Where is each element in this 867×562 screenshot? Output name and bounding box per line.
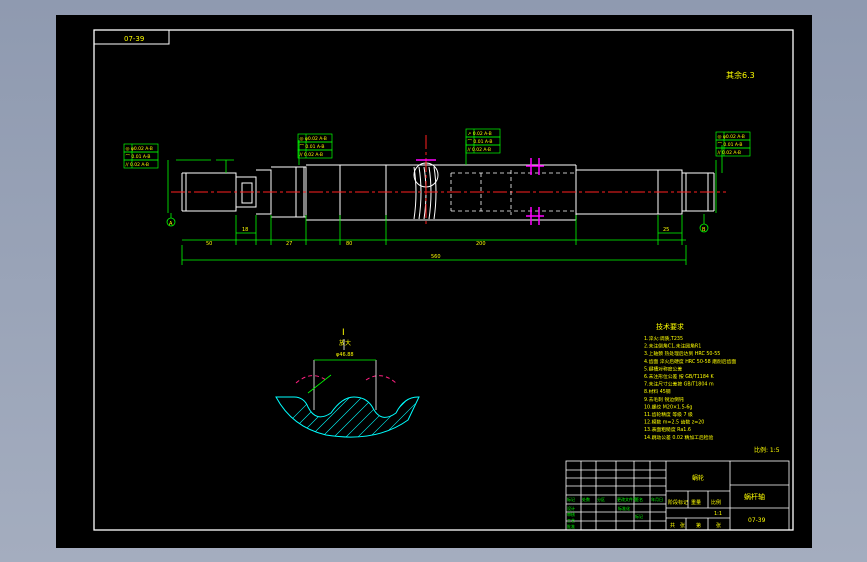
title-row-label: 标记 xyxy=(567,496,575,502)
title-std-label: 标准化 xyxy=(618,505,630,511)
tech-line: 1.淬火:调质,T235 xyxy=(644,335,683,342)
tech-line: 9.去毛刺 锐边倒钝 xyxy=(644,396,684,403)
tech-line: 11.齿轮精度 等级 7 级 xyxy=(644,411,693,418)
tolerance-frame-row: // 0.02 A-B xyxy=(126,162,149,168)
tech-line: 2.未注倒角C1,未注圆角R1 xyxy=(644,343,701,350)
tech-line: 12.模数 m=2.5 齿数 z=20 xyxy=(644,419,704,426)
dim-seg3: 27 xyxy=(286,241,292,247)
section-label: I xyxy=(342,328,345,338)
section-dim: φ46.88 xyxy=(336,352,354,358)
title-role-label: 批准 xyxy=(567,523,575,529)
drawing-canvas[interactable]: 07-39 其余6.3 A B 560 50 18 27 80 200 25 ◎… xyxy=(56,15,812,548)
drawing-svg: 07-39 其余6.3 A B 560 50 18 27 80 200 25 ◎… xyxy=(93,29,794,531)
outer-border xyxy=(93,29,794,531)
tolerance-frame-row: ⌒ 0.01 A-B xyxy=(126,154,151,160)
dim-seg2: 18 xyxy=(242,227,248,233)
dim-seg6: 25 xyxy=(663,227,669,233)
dim-seg4: 80 xyxy=(346,241,352,247)
tolerance-frame-row: ⌒ 0.01 A-B xyxy=(468,139,493,145)
tech-requirements: 1.淬火:调质,T2352.未注倒角C1,未注圆角R13.上轴颈 热处理后达到 … xyxy=(644,335,736,441)
centre-lines xyxy=(171,135,726,225)
title-material-cell: 标记 xyxy=(635,513,643,519)
title-sheet-total: 共 xyxy=(670,522,675,529)
dim-overall: 560 xyxy=(431,254,441,260)
title-stage-label: 阶段标记 xyxy=(668,499,688,506)
title-sheet-no: 第 xyxy=(696,522,701,529)
title-block-labels: 标记 处数 分区 更改文件号签名 年月日设计审核工艺批准标准化标记 xyxy=(567,496,663,529)
title-sheet-label2: 张 xyxy=(716,522,721,529)
title-ratio: 1:1 xyxy=(714,511,722,517)
tech-line: 5.键槽对称度公差 xyxy=(644,365,682,372)
section-label-sub: 放大 xyxy=(339,339,351,347)
tech-line: 14.跳动公差 0.02 精加工后检验 xyxy=(644,434,714,441)
tolerance-frame-row: ⌒ 0.01 A-B xyxy=(300,144,325,150)
title-part-name: 蜗轮 xyxy=(692,474,704,482)
tolerance-frames: ◎ φ0.02 A-B⌒ 0.01 A-B// 0.02 A-B◎ φ0.02 … xyxy=(123,128,751,169)
tech-line: 8.材料 45钢 xyxy=(644,388,671,395)
title-drawing-no: 07-39 xyxy=(748,517,766,524)
title-role-label: 工艺 xyxy=(567,518,575,523)
tolerance-frame: ◎ φ0.02 A-B ⌒ 0.01 A-B // 0.02 A-B xyxy=(715,131,751,157)
scale-note: 比例: 1:5 xyxy=(754,446,780,454)
tolerance-frame: ↗ 0.02 A-B ⌒ 0.01 A-B // 0.02 A-B xyxy=(465,128,501,154)
tolerance-frame-row: ⌒ 0.01 A-B xyxy=(718,142,743,148)
title-role-label: 审核 xyxy=(567,511,575,517)
tolerance-frame-row: // 0.02 A-B xyxy=(300,152,323,158)
tolerance-frame: ◎ φ0.02 A-B ⌒ 0.01 A-B // 0.02 A-B xyxy=(123,143,159,169)
tolerance-frame-row: ◎ φ0.02 A-B xyxy=(300,136,327,142)
tolerance-frame-row: // 0.02 A-B xyxy=(468,147,491,153)
dim-seg5: 200 xyxy=(476,241,486,247)
cad-viewport: 07-39 其余6.3 A B 560 50 18 27 80 200 25 ◎… xyxy=(0,0,867,562)
tolerance-frame-row: // 0.02 A-B xyxy=(718,150,741,156)
title-scale-label: 比例 xyxy=(711,499,721,506)
tech-line: 3.上轴颈 热处理后达到 HRC 50-55 xyxy=(644,350,720,357)
tech-line: 6.未注形位公差 按 GB/T1184 K xyxy=(644,373,714,380)
tech-line: 4.齿面 淬火后硬度 HRC 50-58 磨削后齿面 xyxy=(644,358,736,365)
dim-seg1: 50 xyxy=(206,241,212,247)
tech-title: 技术要求 xyxy=(656,322,684,331)
title-drawing-title: 蜗杆轴 xyxy=(744,492,765,501)
title-row-label: 处数 xyxy=(582,496,590,502)
tolerance-frame: ◎ φ0.02 A-B ⌒ 0.01 A-B // 0.02 A-B xyxy=(297,133,333,159)
tech-line: 7.未注尺寸公差按 GB/T1804 m xyxy=(644,381,714,388)
title-weight-label: 重量 xyxy=(691,499,701,506)
title-row-label: 更改文件号 xyxy=(617,496,637,502)
drawing-number-tab-text: 07-39 xyxy=(124,35,144,43)
tolerance-frame-row: ↗ 0.02 A-B xyxy=(468,131,492,137)
datum-a-label: A xyxy=(169,221,173,227)
top-right-roughness-note: 其余6.3 xyxy=(726,70,755,80)
title-row-label: 签名 xyxy=(635,496,643,502)
tolerance-frame-row: ◎ φ0.02 A-B xyxy=(126,146,153,152)
title-sheet-label: 张 xyxy=(680,522,685,529)
title-role-label: 设计 xyxy=(567,505,575,511)
title-row-label: 分区 xyxy=(597,496,605,502)
datum-b-label: B xyxy=(702,227,706,233)
tolerance-frame-row: ◎ φ0.02 A-B xyxy=(718,134,745,140)
title-row-label: 年月日 xyxy=(651,496,663,502)
tech-line: 13.表面粗糙度 Ra1.6 xyxy=(644,426,691,433)
tech-line: 10.螺纹 M20×1.5-6g xyxy=(644,403,692,410)
